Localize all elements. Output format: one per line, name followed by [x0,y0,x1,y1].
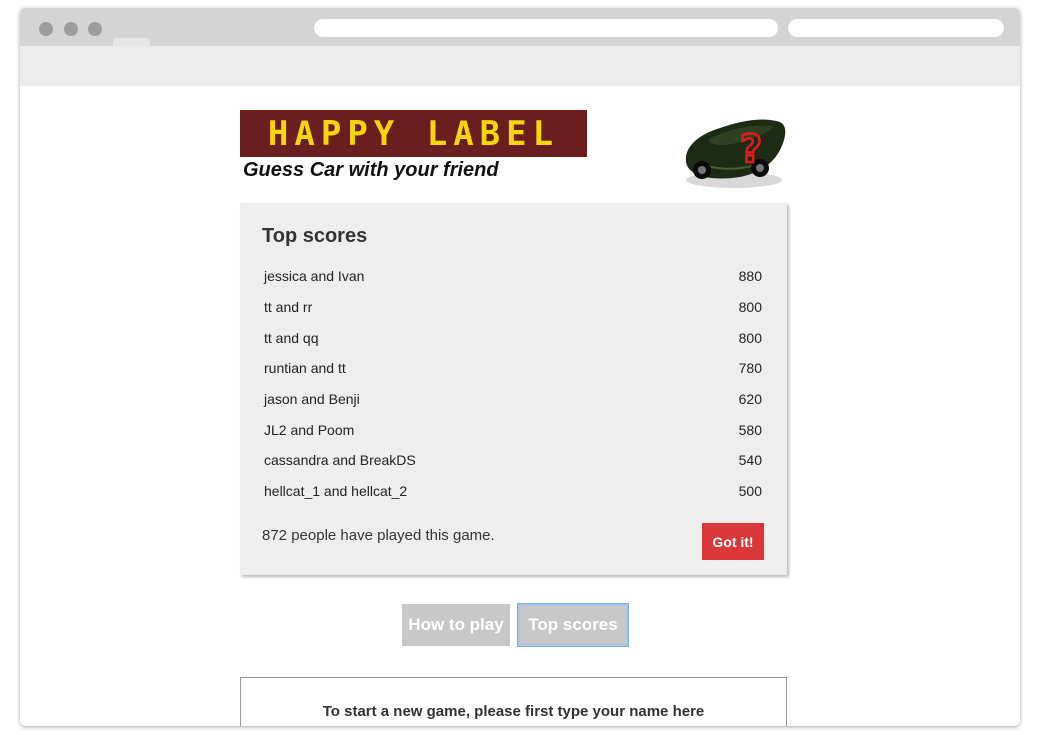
score-row: JL2 and Poom 580 [264,414,762,445]
top-scores-button[interactable]: Top scores [518,604,628,646]
tagline: Guess Car with your friend [243,159,499,181]
score-value: 800 [738,329,762,346]
car-question-icon: ? [685,119,786,188]
score-names: runtian and tt [264,360,346,377]
score-row: tt and rr 800 [264,292,762,323]
score-value: 780 [738,360,762,377]
top-scores-modal: Top scores jessica and Ivan 880 tt and r… [240,203,787,575]
browser-toolbar [20,46,1020,86]
score-names: cassandra and BreakDS [264,452,416,469]
score-row: jason and Benji 620 [264,384,762,415]
score-row: hellcat_1 and hellcat_2 500 [264,476,762,507]
window-maximize-dot[interactable] [88,22,102,36]
start-game-panel: To start a new game, please first type y… [240,677,787,726]
browser-window: HAPPY LABEL Guess Car with your friend ?… [20,8,1020,726]
window-minimize-dot[interactable] [64,22,78,36]
browser-titlebar [20,8,1020,46]
score-row: tt and qq 800 [264,322,762,353]
score-value: 500 [738,483,762,500]
score-row: cassandra and BreakDS 540 [264,445,762,476]
score-row: jessica and Ivan 880 [264,261,762,292]
score-value: 800 [738,299,762,316]
how-to-play-button[interactable]: How to play [402,604,510,646]
score-list: jessica and Ivan 880 tt and rr 800 tt an… [264,261,762,507]
score-names: jessica and Ivan [264,268,365,285]
got-it-button[interactable]: Got it! [702,523,764,560]
played-count-text: 872 people have played this game. [262,527,495,544]
browser-tab[interactable] [113,38,150,46]
happy-label-logo: HAPPY LABEL [240,110,587,157]
score-names: tt and qq [264,329,319,346]
browser-search-bar[interactable] [788,19,1004,37]
score-names: jason and Benji [264,391,360,408]
start-prompt: To start a new game, please first type y… [322,703,705,720]
score-names: hellcat_1 and hellcat_2 [264,483,408,500]
logo-text: HAPPY LABEL [267,113,560,154]
modal-title: Top scores [262,225,368,247]
score-value: 880 [738,268,762,285]
score-row: runtian and tt 780 [264,353,762,384]
page-content: HAPPY LABEL Guess Car with your friend ?… [20,86,1020,726]
score-names: tt and rr [264,299,313,316]
score-names: JL2 and Poom [264,421,355,438]
score-value: 580 [738,421,762,438]
svg-text:?: ? [740,127,762,171]
score-value: 620 [738,391,762,408]
window-close-dot[interactable] [39,22,53,36]
address-bar[interactable] [314,19,778,37]
score-value: 540 [738,452,762,469]
